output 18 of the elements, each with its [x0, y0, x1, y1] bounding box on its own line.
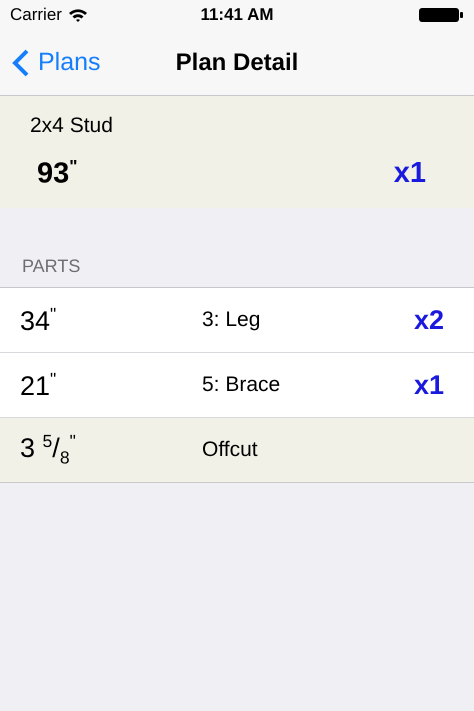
part-label: 3: Leg	[202, 308, 262, 332]
back-button[interactable]: Plans	[0, 48, 101, 77]
section-header: PARTS	[22, 256, 80, 276]
wifi-icon	[68, 7, 88, 23]
screen-title: Plan Detail	[176, 48, 298, 76]
back-chevron-icon	[12, 48, 30, 76]
battery-icon	[418, 6, 464, 24]
part-count: x2	[414, 304, 444, 336]
part-count: x1	[414, 370, 444, 400]
part-label: Offcut	[202, 438, 259, 462]
stock-count: x1	[394, 156, 426, 190]
stock-name: 2x4 Stud	[30, 114, 113, 137]
part-length: 21$^{"}$	[20, 368, 58, 402]
part-label: 5: Brace	[202, 373, 282, 397]
part-length: 34$^{"}$	[20, 304, 58, 336]
stock-length: 93$^{"}$	[37, 156, 78, 191]
carrier-label: Carrier	[10, 5, 62, 25]
status-time: 11:41 AM	[200, 5, 274, 25]
